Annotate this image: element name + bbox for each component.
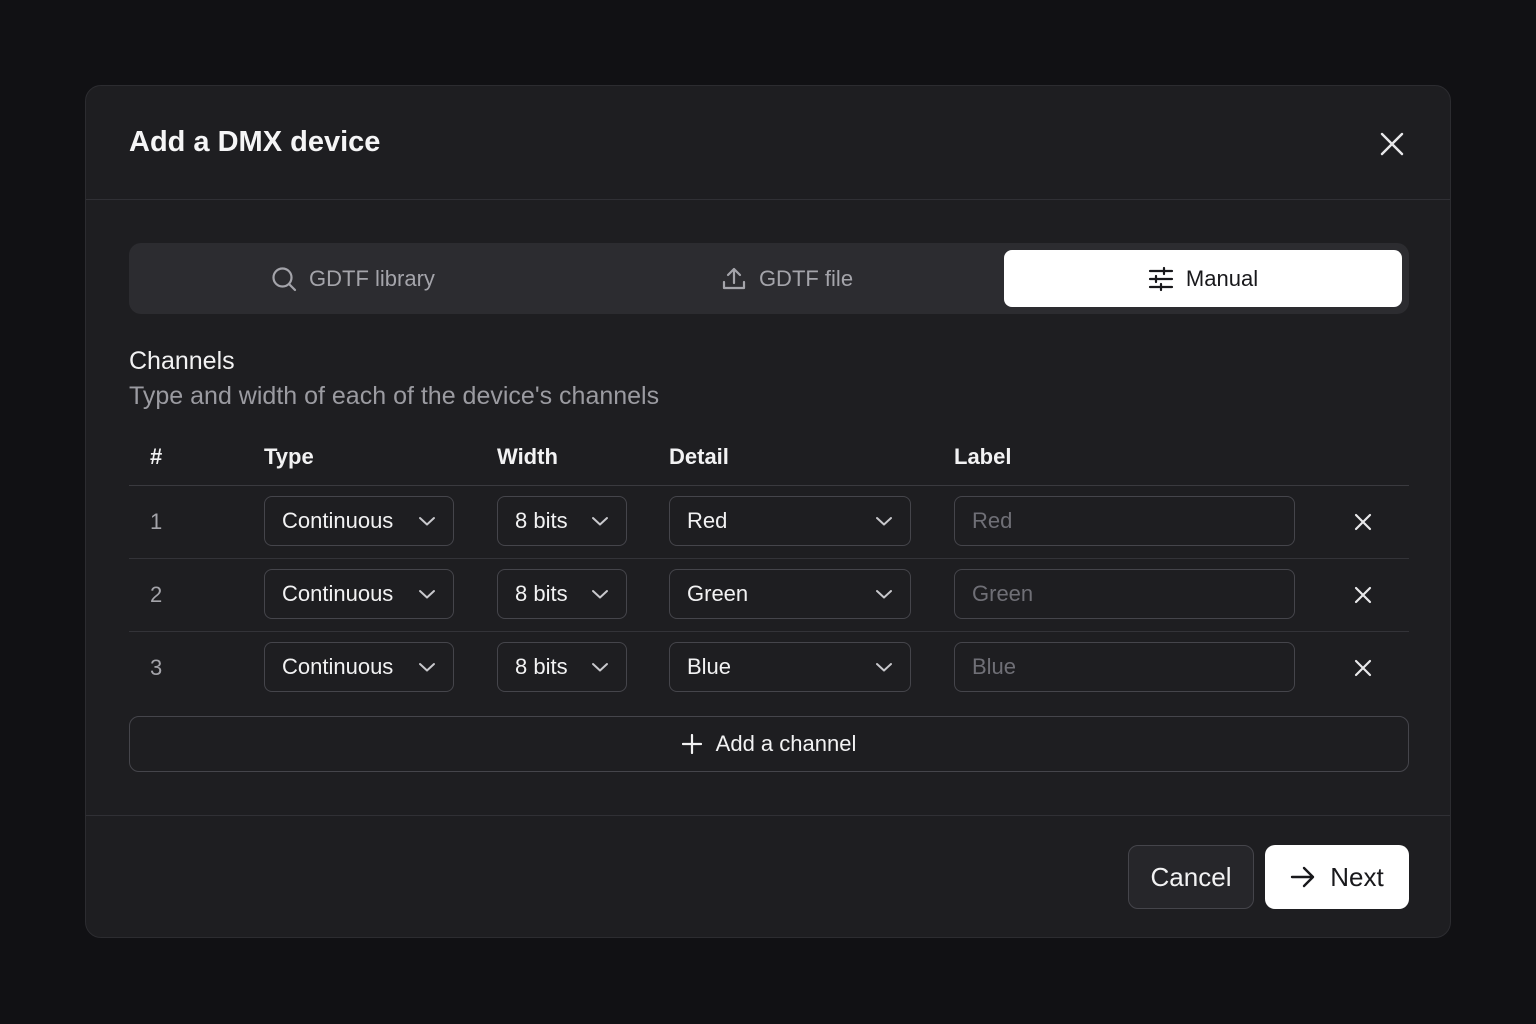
type-select[interactable]: Continuous xyxy=(264,496,454,546)
column-header-num: # xyxy=(150,444,163,469)
remove-channel-button[interactable] xyxy=(1347,579,1379,611)
cancel-button[interactable]: Cancel xyxy=(1128,845,1254,909)
label-input[interactable] xyxy=(954,569,1295,619)
chevron-down-icon xyxy=(419,517,435,526)
remove-channel-button[interactable] xyxy=(1347,506,1379,538)
tab-gdtf-file[interactable]: GDTF file xyxy=(570,250,1004,307)
add-dmx-device-dialog: Add a DMX device GDTF library GDTF file … xyxy=(85,85,1451,938)
close-icon xyxy=(1354,513,1372,531)
next-button[interactable]: Next xyxy=(1265,845,1409,909)
tab-gdtf-library[interactable]: GDTF library xyxy=(136,250,570,307)
channel-number: 2 xyxy=(150,582,163,607)
column-header-label: Label xyxy=(954,444,1012,469)
detail-select[interactable]: Green xyxy=(669,569,911,619)
upload-icon xyxy=(722,267,746,289)
detail-value: Blue xyxy=(687,654,732,679)
close-icon xyxy=(1354,586,1372,604)
tab-label: GDTF library xyxy=(309,265,435,291)
table-row: 1 Continuous 8 bits Red xyxy=(129,486,1409,559)
channel-number: 1 xyxy=(150,509,163,534)
channels-subtitle: Type and width of each of the device's c… xyxy=(129,382,660,410)
width-value: 8 bits xyxy=(515,508,568,533)
dialog-footer: Cancel Next xyxy=(86,816,1450,937)
column-header-type: Type xyxy=(264,444,314,469)
chevron-down-icon xyxy=(592,517,608,526)
dialog-body: GDTF library GDTF file Manual Channels T… xyxy=(86,200,1450,816)
type-value: Continuous xyxy=(282,581,394,606)
remove-channel-button[interactable] xyxy=(1347,652,1379,684)
column-header-width: Width xyxy=(497,444,558,469)
chevron-down-icon xyxy=(419,590,435,599)
arrow-right-icon xyxy=(1291,866,1315,888)
width-select[interactable]: 8 bits xyxy=(497,642,627,692)
chevron-down-icon xyxy=(876,517,892,526)
chevron-down-icon xyxy=(592,663,608,672)
tab-manual[interactable]: Manual xyxy=(1004,250,1402,307)
channel-number: 3 xyxy=(150,655,163,680)
source-tabs: GDTF library GDTF file Manual xyxy=(129,243,1409,314)
tab-label: Manual xyxy=(1185,265,1259,291)
width-select[interactable]: 8 bits xyxy=(497,496,627,546)
search-icon xyxy=(272,266,297,291)
width-value: 8 bits xyxy=(515,581,568,606)
sliders-icon xyxy=(1148,266,1174,291)
channels-title: Channels xyxy=(129,347,235,375)
detail-value: Red xyxy=(687,508,728,533)
column-header-detail: Detail xyxy=(669,444,729,469)
label-input[interactable] xyxy=(954,642,1295,692)
dialog-title: Add a DMX device xyxy=(129,126,381,158)
chevron-down-icon xyxy=(419,663,435,672)
plus-icon xyxy=(681,734,702,754)
type-select[interactable]: Continuous xyxy=(264,642,454,692)
label-input[interactable] xyxy=(954,496,1295,546)
close-icon xyxy=(1380,132,1404,156)
cancel-label: Cancel xyxy=(1150,861,1232,892)
next-label: Next xyxy=(1330,861,1384,892)
table-row: 3 Continuous 8 bits Blue xyxy=(129,632,1409,705)
detail-value: Green xyxy=(687,581,749,606)
width-value: 8 bits xyxy=(515,654,568,679)
close-button[interactable] xyxy=(1376,128,1408,160)
type-select[interactable]: Continuous xyxy=(264,569,454,619)
detail-select[interactable]: Blue xyxy=(669,642,911,692)
width-select[interactable]: 8 bits xyxy=(497,569,627,619)
chevron-down-icon xyxy=(876,663,892,672)
detail-select[interactable]: Red xyxy=(669,496,911,546)
table-row: 2 Continuous 8 bits Green xyxy=(129,559,1409,632)
add-channel-button[interactable]: Add a channel xyxy=(129,716,1409,772)
type-value: Continuous xyxy=(282,654,394,679)
chevron-down-icon xyxy=(876,590,892,599)
add-channel-label: Add a channel xyxy=(715,731,857,756)
chevron-down-icon xyxy=(592,590,608,599)
close-icon xyxy=(1354,659,1372,677)
dialog-header: Add a DMX device xyxy=(86,86,1450,200)
table-header: # Type Width Detail Label xyxy=(129,440,1409,486)
channels-table: # Type Width Detail Label 1 Continuous 8… xyxy=(129,440,1409,705)
type-value: Continuous xyxy=(282,508,394,533)
tab-label: GDTF file xyxy=(758,265,854,291)
